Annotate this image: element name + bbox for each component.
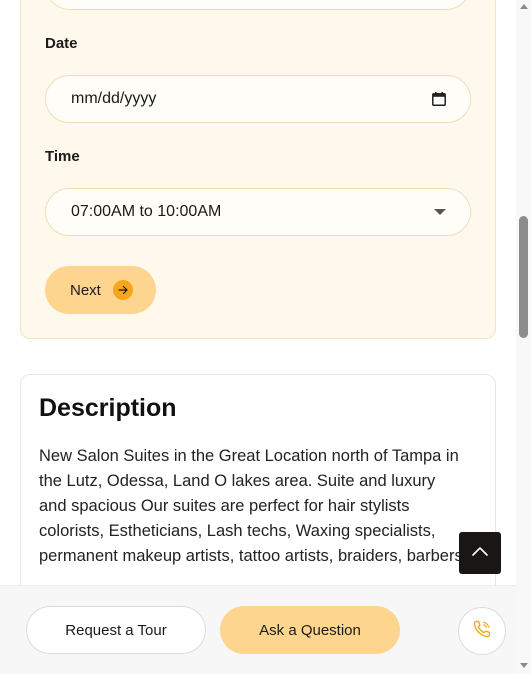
time-select[interactable]: 07:00AM to 10:00AM	[45, 188, 471, 236]
next-button-label: Next	[70, 281, 101, 299]
time-label: Time	[45, 148, 80, 165]
scroll-up-arrow-icon[interactable]	[520, 4, 528, 9]
date-placeholder: mm/dd/yyyy	[71, 90, 157, 107]
phone-icon	[472, 619, 492, 644]
caret-down-icon	[434, 209, 446, 215]
ask-question-button[interactable]: Ask a Question	[220, 606, 400, 654]
arrow-right-circle-icon	[112, 280, 133, 300]
date-label: Date	[45, 35, 78, 52]
date-input[interactable]: mm/dd/yyyy	[45, 75, 471, 123]
scrollbar-thumb[interactable]	[519, 216, 528, 338]
description-text: New Salon Suites in the Great Location n…	[39, 447, 463, 565]
ask-question-label: Ask a Question	[259, 621, 361, 639]
calendar-icon[interactable]	[432, 92, 446, 106]
request-tour-label: Request a Tour	[65, 621, 167, 639]
chevron-up-icon	[471, 544, 489, 562]
description-title: Description	[39, 394, 177, 422]
page: Date mm/dd/yyyy Time 07:00AM to 10:00AM …	[0, 0, 516, 674]
previous-field-input[interactable]	[45, 0, 471, 10]
request-tour-button[interactable]: Request a Tour	[26, 606, 206, 654]
scroll-down-arrow-icon[interactable]	[520, 663, 528, 668]
next-button[interactable]: Next	[45, 266, 156, 314]
back-to-top-button[interactable]	[459, 532, 501, 574]
call-button[interactable]	[458, 607, 506, 655]
time-selected-value: 07:00AM to 10:00AM	[71, 203, 222, 220]
